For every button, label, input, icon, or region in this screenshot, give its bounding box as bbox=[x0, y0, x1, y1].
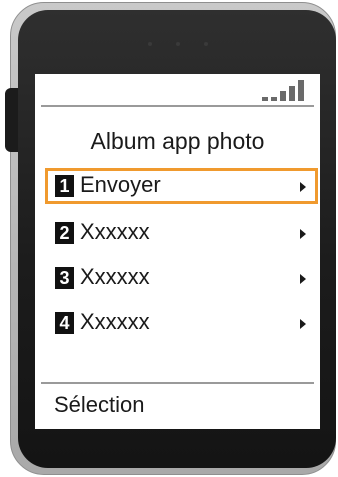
sensor-dot bbox=[148, 42, 152, 46]
menu-item-label: Xxxxxx bbox=[80, 219, 150, 244]
menu-item-label: Xxxxxx bbox=[80, 264, 150, 289]
phone-screen: Album app photo 1 Envoyer 2 Xxxxxx 3 Xxx… bbox=[35, 74, 320, 429]
signal-bar bbox=[298, 80, 304, 101]
menu-item-1[interactable]: 1 Envoyer bbox=[45, 168, 318, 204]
signal-strength-icon bbox=[262, 79, 312, 101]
status-divider bbox=[41, 105, 314, 107]
chevron-right-icon bbox=[300, 229, 306, 239]
softkey-divider bbox=[41, 382, 314, 384]
menu-item-label: Xxxxxx bbox=[80, 309, 150, 334]
signal-bar bbox=[271, 97, 277, 101]
signal-bar bbox=[289, 86, 295, 101]
menu-number: 1 bbox=[55, 175, 74, 197]
chevron-right-icon bbox=[300, 274, 306, 284]
side-button[interactable] bbox=[5, 88, 19, 152]
signal-bar bbox=[280, 91, 286, 101]
screen-title: Album app photo bbox=[90, 128, 265, 154]
chevron-right-icon bbox=[300, 319, 306, 329]
menu-item-3[interactable]: 3 Xxxxxx bbox=[45, 260, 318, 296]
menu-number: 2 bbox=[55, 222, 74, 244]
menu-item-label: Envoyer bbox=[80, 172, 161, 197]
softkey-select[interactable]: Sélection bbox=[54, 392, 145, 418]
menu-number: 3 bbox=[55, 267, 74, 289]
menu-item-4[interactable]: 4 Xxxxxx bbox=[45, 305, 318, 341]
sensor-dot bbox=[204, 42, 208, 46]
menu-item-2[interactable]: 2 Xxxxxx bbox=[45, 215, 318, 251]
menu-number: 4 bbox=[55, 312, 74, 334]
chevron-right-icon bbox=[300, 182, 306, 192]
signal-bar bbox=[262, 97, 268, 101]
sensor-dot bbox=[176, 42, 180, 46]
